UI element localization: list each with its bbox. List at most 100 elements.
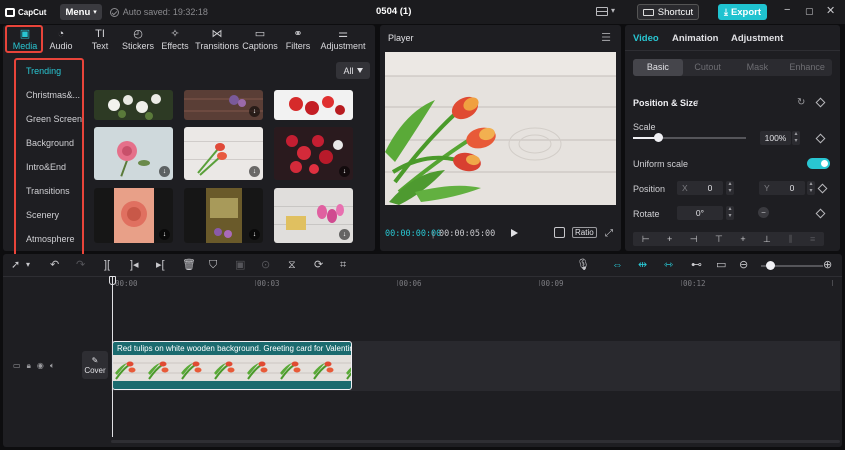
- mirror-icon[interactable]: ⧖: [288, 259, 296, 271]
- align-center-v-icon[interactable]: +: [740, 234, 745, 244]
- download-icon[interactable]: ↓: [339, 229, 350, 240]
- timeline-zoom-slider[interactable]: [761, 261, 823, 270]
- scale-slider-handle[interactable]: [653, 133, 663, 142]
- align-right-icon[interactable]: ⊣: [690, 234, 698, 245]
- scale-stepper[interactable]: ▴ ▾: [792, 131, 800, 145]
- media-thumbnail[interactable]: [274, 90, 353, 120]
- media-thumbnail[interactable]: ↓: [94, 188, 173, 243]
- media-thumbnail[interactable]: ↓: [274, 188, 353, 243]
- subtab-cutout[interactable]: Cutout: [683, 59, 733, 76]
- tab-adjustment[interactable]: ⚌ Adjustment: [317, 27, 369, 53]
- tab-stickers[interactable]: ◴ Stickers: [120, 27, 156, 53]
- timeline-horizontal-scrollbar[interactable]: [111, 440, 840, 443]
- scale-value-field[interactable]: 100%: [760, 131, 791, 145]
- media-thumbnail[interactable]: [94, 90, 173, 120]
- align-top-icon[interactable]: ⊤: [715, 234, 723, 245]
- zoom-fit-icon[interactable]: ▭: [716, 259, 726, 271]
- menu-button[interactable]: Menu ▾: [60, 4, 102, 20]
- sidebar-item-transitions[interactable]: Transitions: [26, 186, 70, 196]
- subtab-mask[interactable]: Mask: [733, 59, 783, 76]
- subtab-enhance[interactable]: Enhance: [782, 59, 832, 76]
- align-center-h-icon[interactable]: +: [667, 234, 672, 244]
- download-icon[interactable]: ↓: [249, 229, 260, 240]
- playhead[interactable]: [112, 277, 113, 437]
- align-left-icon[interactable]: ⊢: [642, 234, 650, 245]
- tab-effects[interactable]: ✧ Effects: [159, 27, 191, 53]
- zoom-out-icon[interactable]: ⊖: [739, 259, 748, 271]
- linkage-icon[interactable]: ⇿: [664, 259, 673, 271]
- zoom-in-icon[interactable]: ⊕: [823, 259, 832, 271]
- shortcut-button[interactable]: Shortcut: [637, 4, 699, 20]
- zoom-slider-handle[interactable]: [766, 261, 776, 270]
- download-icon[interactable]: ↓: [159, 166, 170, 177]
- fullscreen-icon[interactable]: ⤢: [605, 228, 613, 239]
- video-clip[interactable]: Red tulips on white wooden background. G…: [112, 341, 352, 390]
- section-collapse-icon[interactable]: ▾: [695, 98, 699, 106]
- tab-video[interactable]: Video: [633, 33, 659, 44]
- hamburger-menu-icon[interactable]: ☰: [601, 31, 611, 44]
- undo-icon[interactable]: ↶: [50, 259, 59, 271]
- play-icon[interactable]: [511, 229, 518, 237]
- shield-icon[interactable]: ⛉: [209, 259, 217, 271]
- cover-button[interactable]: ✎ Cover: [82, 351, 108, 379]
- tab-audio[interactable]: ◔ Audio: [45, 27, 77, 53]
- position-x-field[interactable]: X 0: [677, 181, 723, 195]
- layout-chevron-down-icon[interactable]: ▾: [611, 6, 615, 15]
- sidebar-item-intro-end[interactable]: Intro&End: [26, 162, 66, 172]
- screenshot-frame-icon[interactable]: [554, 227, 565, 238]
- scale-slider[interactable]: [633, 133, 746, 142]
- sidebar-item-christmas[interactable]: Christmas&...: [26, 90, 80, 100]
- keyframe-diamond-icon[interactable]: [815, 97, 826, 108]
- lock-icon[interactable]: 🔒︎: [27, 361, 31, 371]
- media-thumbnail[interactable]: ↓: [184, 90, 263, 120]
- tab-filters[interactable]: ⚭ Filters: [283, 27, 313, 53]
- minimize-icon[interactable]: −: [784, 4, 790, 16]
- uniform-scale-toggle[interactable]: [807, 158, 830, 169]
- sidebar-item-green-screen[interactable]: Green Screen: [26, 114, 82, 124]
- microphone-icon[interactable]: 🎙: [576, 259, 590, 271]
- close-icon[interactable]: ✕: [826, 4, 835, 17]
- position-y-stepper[interactable]: ▴ ▾: [807, 181, 815, 195]
- sidebar-item-background[interactable]: Background: [26, 138, 74, 148]
- media-thumbnail[interactable]: ↓: [184, 127, 263, 180]
- layout-icon[interactable]: [596, 7, 608, 16]
- sidebar-item-atmosphere[interactable]: Atmosphere: [26, 234, 75, 244]
- timeline-ruler[interactable]: [3, 276, 842, 277]
- select-cursor-icon[interactable]: ➚: [11, 259, 20, 271]
- rotate-stepper[interactable]: ▴ ▾: [726, 206, 734, 220]
- align-bottom-icon[interactable]: ⊥: [763, 234, 771, 245]
- main-track-magnet-icon[interactable]: ⇔: [612, 259, 623, 271]
- auto-snap-icon[interactable]: ⇹: [638, 259, 647, 271]
- subtab-basic[interactable]: Basic: [633, 59, 683, 76]
- tab-prop-adjustment[interactable]: Adjustment: [731, 33, 783, 44]
- delete-icon[interactable]: 🗑: [182, 259, 196, 271]
- keyframe-diamond-icon[interactable]: [815, 208, 826, 219]
- sidebar-item-scenery[interactable]: Scenery: [26, 210, 59, 220]
- reset-icon[interactable]: ↻: [797, 97, 805, 108]
- download-icon[interactable]: ↓: [249, 166, 260, 177]
- speaker-icon[interactable]: 🔈︎: [50, 361, 55, 371]
- sidebar-item-trending[interactable]: Trending: [26, 66, 61, 76]
- download-icon[interactable]: ↓: [339, 166, 350, 177]
- keyframe-diamond-icon[interactable]: [817, 183, 828, 194]
- split-icon[interactable]: ][: [104, 259, 110, 271]
- keyframe-diamond-icon[interactable]: [815, 133, 826, 144]
- distribute-v-icon[interactable]: ≡: [810, 234, 815, 244]
- tab-animation[interactable]: Animation: [672, 33, 718, 44]
- download-icon[interactable]: ↓: [159, 229, 170, 240]
- tab-captions[interactable]: ▭ Captions: [241, 27, 279, 53]
- preview-axis-icon[interactable]: ⊷: [691, 259, 702, 271]
- split-left-icon[interactable]: ]◂: [130, 259, 139, 271]
- rotate-clip-icon[interactable]: ⟳: [314, 259, 323, 271]
- media-thumbnail[interactable]: ↓: [184, 188, 263, 243]
- filter-dropdown[interactable]: All: [336, 62, 370, 79]
- rotate-field[interactable]: 0°: [677, 206, 723, 220]
- download-icon[interactable]: ↓: [249, 106, 260, 117]
- rotate-dial-icon[interactable]: −: [758, 207, 769, 218]
- cursor-mode-chevron-icon[interactable]: ▾: [26, 259, 30, 271]
- media-thumbnail[interactable]: ↓: [94, 127, 173, 180]
- redo-icon[interactable]: ↷: [76, 259, 85, 271]
- freeze-frame-icon[interactable]: ▣: [235, 259, 245, 271]
- crop-icon[interactable]: ⌗: [340, 259, 346, 271]
- maximize-icon[interactable]: ▢: [805, 6, 814, 17]
